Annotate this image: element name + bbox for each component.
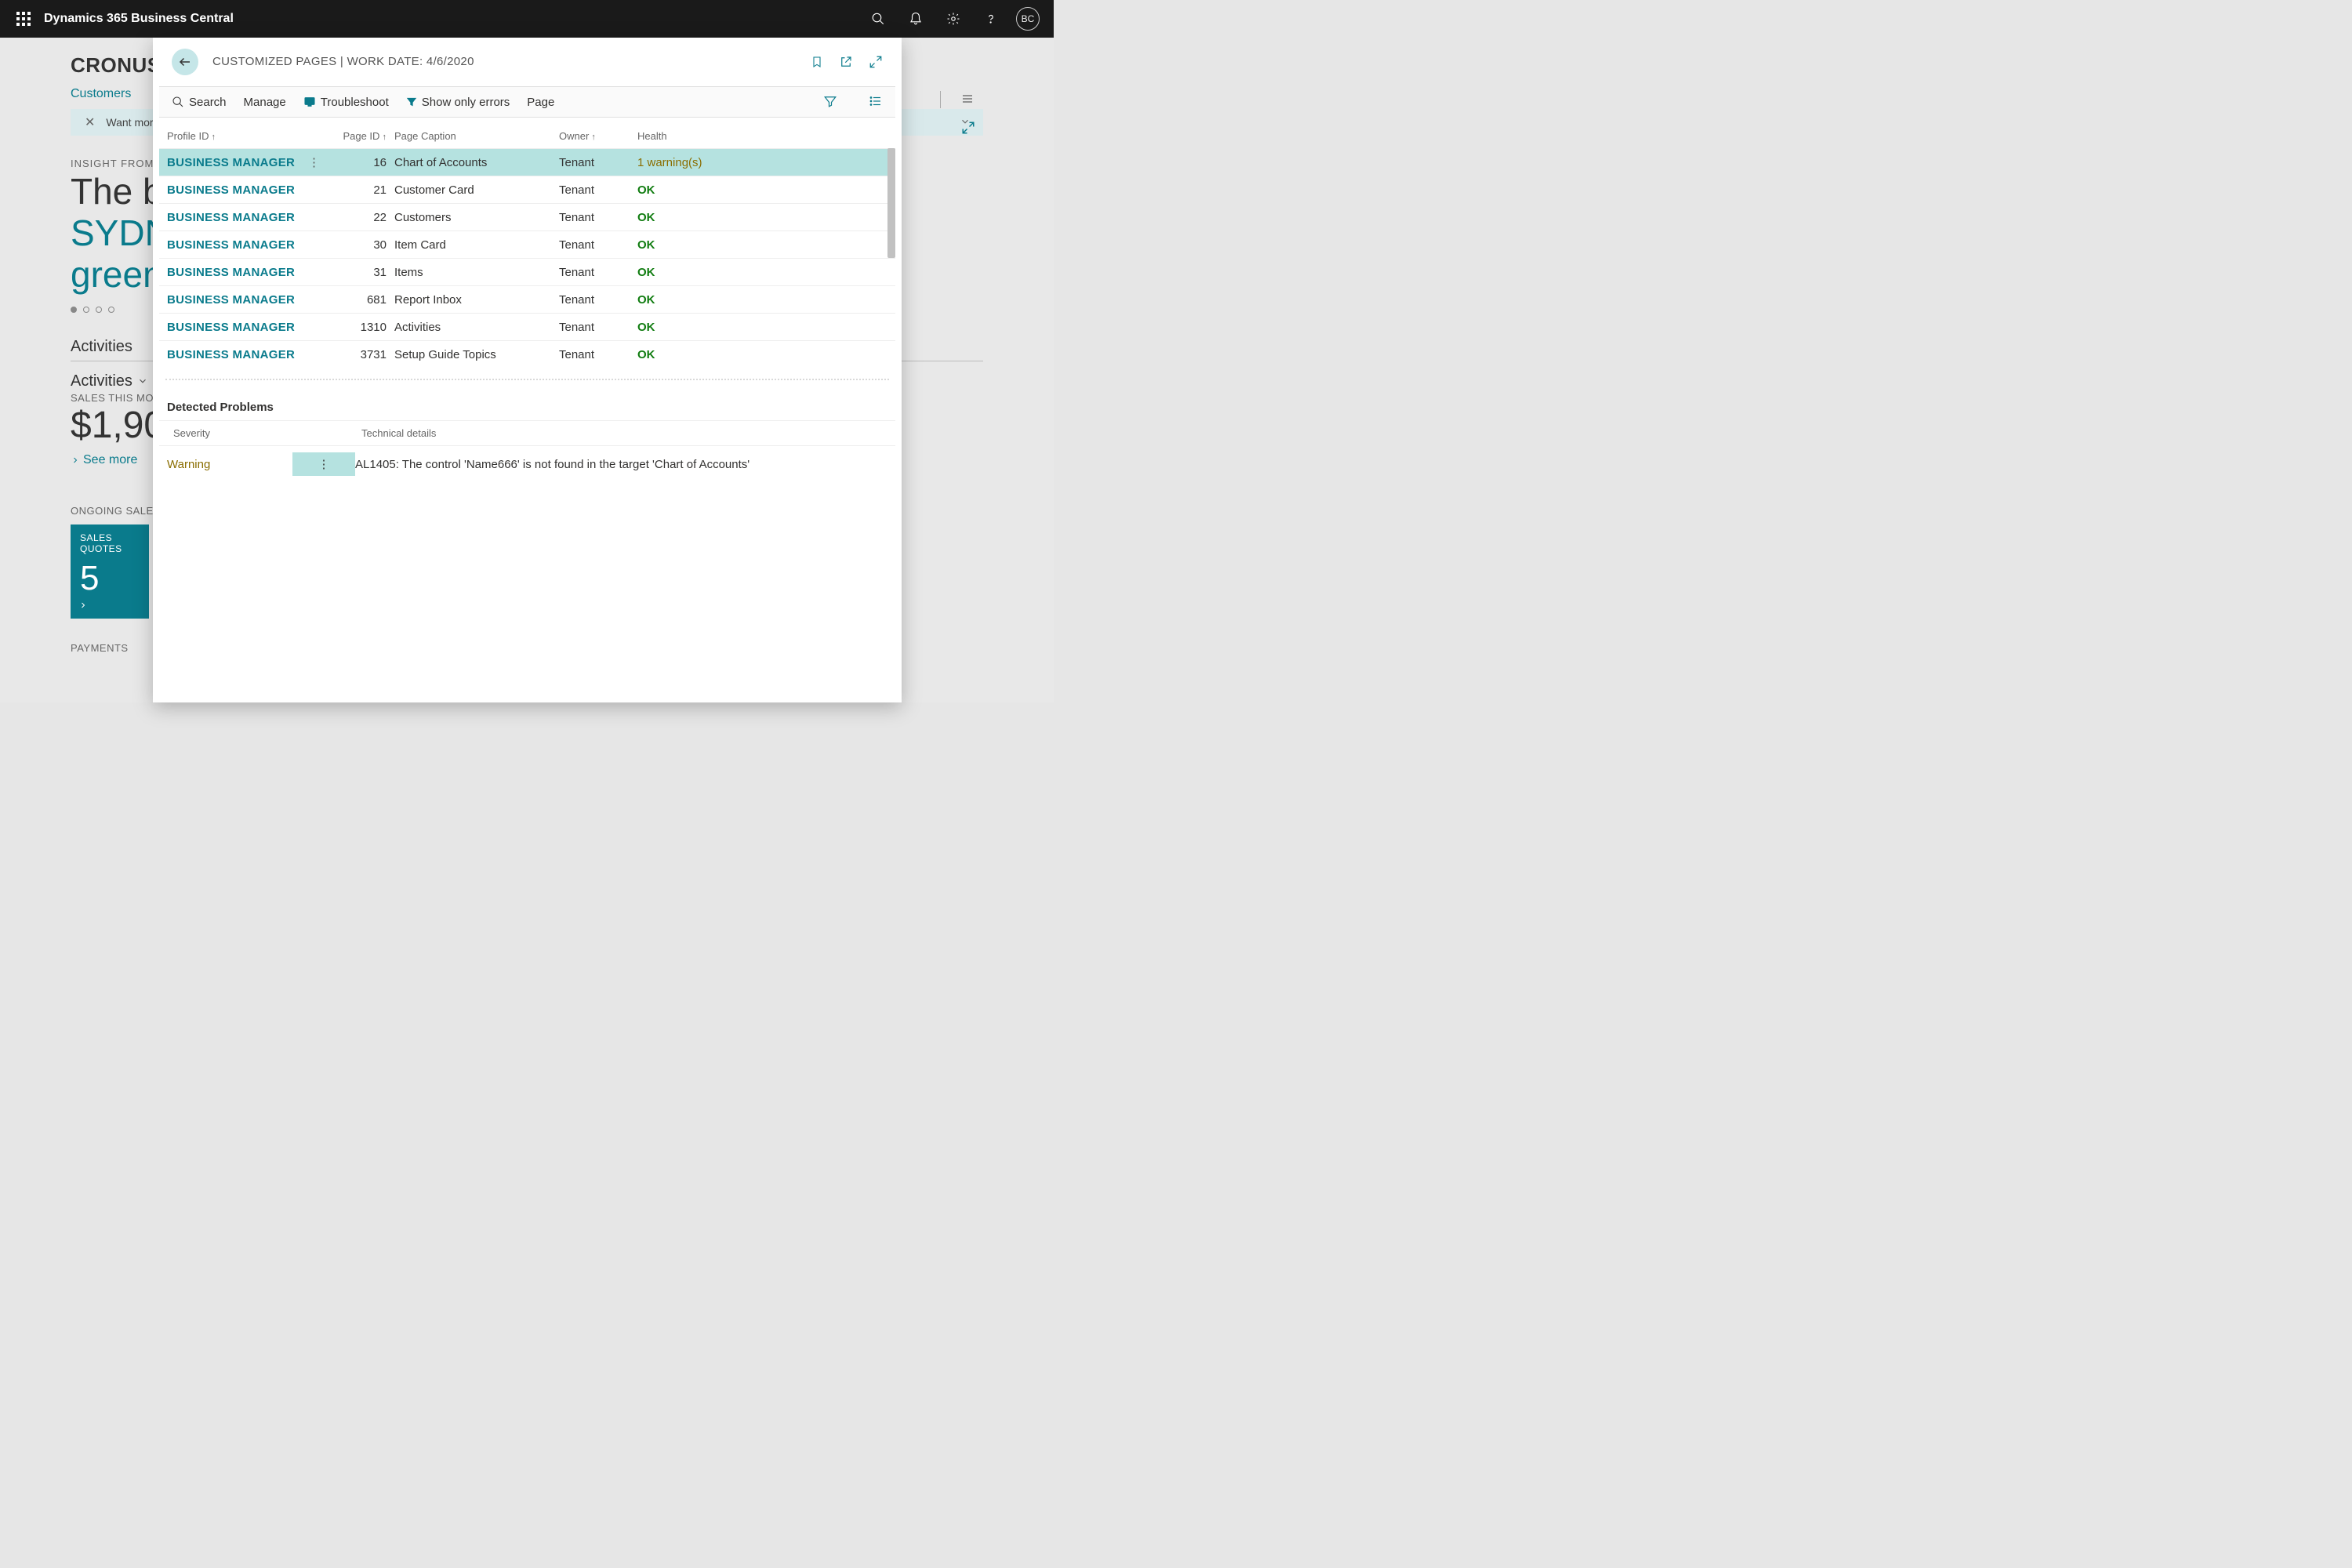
cell-owner: Tenant — [559, 321, 637, 334]
cell-page-id: 681 — [324, 293, 394, 307]
expand-icon[interactable] — [961, 121, 975, 137]
cell-owner: Tenant — [559, 348, 637, 361]
problems-heading: Detected Problems — [167, 401, 887, 414]
table-row[interactable]: BUSINESS MANAGER⋮681Report InboxTenantOK — [159, 285, 895, 313]
customized-pages-panel: CUSTOMIZED PAGES | WORK DATE: 4/6/2020 S… — [153, 38, 902, 702]
sales-quotes-tile[interactable]: SALES QUOTES 5 — [71, 524, 149, 619]
cell-owner: Tenant — [559, 211, 637, 224]
divider — [940, 91, 941, 108]
cell-profile[interactable]: BUSINESS MANAGER — [167, 156, 308, 169]
table-header: Profile ID Page ID Page Caption Owner He… — [159, 122, 895, 148]
menu-icon[interactable] — [960, 93, 975, 107]
cell-caption: Customer Card — [394, 183, 559, 197]
popout-icon[interactable] — [839, 55, 853, 69]
cell-health: OK — [637, 266, 794, 279]
col-caption[interactable]: Page Caption — [394, 130, 559, 142]
settings-icon[interactable] — [935, 0, 972, 38]
close-icon[interactable]: ✕ — [85, 114, 95, 130]
cell-caption: Item Card — [394, 238, 559, 252]
chevron-right-icon — [78, 600, 88, 612]
tile-label: SALES QUOTES — [80, 532, 140, 554]
cell-profile[interactable]: BUSINESS MANAGER — [167, 266, 308, 279]
cell-profile[interactable]: BUSINESS MANAGER — [167, 293, 308, 307]
table-row[interactable]: BUSINESS MANAGER⋮31ItemsTenantOK — [159, 258, 895, 285]
table-row[interactable]: BUSINESS MANAGER⋮1310ActivitiesTenantOK — [159, 313, 895, 340]
cell-page-id: 21 — [324, 183, 394, 197]
cell-caption: Customers — [394, 211, 559, 224]
bookmark-icon[interactable] — [811, 55, 823, 69]
table-row[interactable]: BUSINESS MANAGER⋮16Chart of AccountsTena… — [159, 148, 895, 176]
cell-page-id: 16 — [324, 156, 394, 169]
table-row[interactable]: BUSINESS MANAGER⋮22CustomersTenantOK — [159, 203, 895, 230]
troubleshoot-button[interactable]: Troubleshoot — [303, 96, 389, 109]
cell-page-id: 31 — [324, 266, 394, 279]
search-icon[interactable] — [859, 0, 897, 38]
table-row[interactable]: BUSINESS MANAGER⋮21Customer CardTenantOK — [159, 176, 895, 203]
tile-value: 5 — [80, 559, 140, 598]
notifications-icon[interactable] — [897, 0, 935, 38]
app-title: Dynamics 365 Business Central — [44, 12, 234, 26]
cell-health: OK — [637, 348, 794, 361]
problems-header: Severity Technical details — [159, 420, 895, 445]
manage-button[interactable]: Manage — [244, 96, 286, 109]
banner-text: Want more — [106, 116, 159, 129]
cell-health: OK — [637, 183, 794, 197]
col-profile[interactable]: Profile ID — [167, 130, 324, 142]
cell-caption: Report Inbox — [394, 293, 559, 307]
page-button[interactable]: Page — [527, 96, 554, 109]
cell-caption: Setup Guide Topics — [394, 348, 559, 361]
row-menu-icon[interactable]: ⋮ — [308, 155, 324, 169]
modal-header: CUSTOMIZED PAGES | WORK DATE: 4/6/2020 — [153, 38, 902, 86]
filter-icon[interactable] — [823, 94, 837, 111]
col-page-id[interactable]: Page ID — [324, 130, 394, 142]
cell-page-id: 3731 — [324, 348, 394, 361]
scrollbar[interactable] — [887, 148, 895, 258]
cell-profile[interactable]: BUSINESS MANAGER — [167, 183, 308, 197]
cell-caption: Items — [394, 266, 559, 279]
cell-health: OK — [637, 293, 794, 307]
section-divider — [165, 379, 889, 380]
topbar: Dynamics 365 Business Central BC — [0, 0, 1054, 38]
cell-page-id: 22 — [324, 211, 394, 224]
cell-owner: Tenant — [559, 266, 637, 279]
breadcrumb: CUSTOMIZED PAGES | WORK DATE: 4/6/2020 — [212, 55, 474, 68]
cell-details: AL1405: The control 'Name666' is not fou… — [355, 458, 887, 471]
cell-health: OK — [637, 211, 794, 224]
pages-table: Profile ID Page ID Page Caption Owner He… — [153, 118, 902, 365]
cell-profile[interactable]: BUSINESS MANAGER — [167, 238, 308, 252]
cell-profile[interactable]: BUSINESS MANAGER — [167, 321, 308, 334]
list-view-icon[interactable] — [869, 94, 883, 111]
cell-health: OK — [637, 238, 794, 252]
cell-page-id: 30 — [324, 238, 394, 252]
row-menu-icon[interactable]: ⋮ — [292, 452, 355, 476]
help-icon[interactable] — [972, 0, 1010, 38]
expand-icon[interactable] — [869, 55, 883, 69]
cell-caption: Activities — [394, 321, 559, 334]
cell-health: 1 warning(s) — [637, 156, 794, 169]
app-launcher-icon[interactable] — [8, 3, 39, 34]
back-button[interactable] — [172, 49, 198, 75]
show-errors-button[interactable]: Show only errors — [406, 96, 510, 109]
table-row[interactable]: BUSINESS MANAGER⋮3731Setup Guide TopicsT… — [159, 340, 895, 365]
cell-severity: Warning — [167, 458, 292, 471]
toolbar: Search Manage Troubleshoot Show only err… — [159, 86, 895, 118]
table-row[interactable]: BUSINESS MANAGER⋮30Item CardTenantOK — [159, 230, 895, 258]
cell-owner: Tenant — [559, 293, 637, 307]
cell-profile[interactable]: BUSINESS MANAGER — [167, 348, 308, 361]
avatar[interactable]: BC — [1016, 7, 1040, 31]
problem-row[interactable]: Warning⋮AL1405: The control 'Name666' is… — [159, 445, 895, 482]
col-owner[interactable]: Owner — [559, 130, 637, 142]
search-button[interactable]: Search — [172, 96, 227, 109]
cell-page-id: 1310 — [324, 321, 394, 334]
col-health[interactable]: Health — [637, 130, 794, 142]
cell-owner: Tenant — [559, 238, 637, 252]
col-severity[interactable]: Severity — [173, 427, 361, 439]
col-details[interactable]: Technical details — [361, 427, 881, 439]
cell-owner: Tenant — [559, 183, 637, 197]
cell-owner: Tenant — [559, 156, 637, 169]
cell-profile[interactable]: BUSINESS MANAGER — [167, 211, 308, 224]
cell-caption: Chart of Accounts — [394, 156, 559, 169]
cell-health: OK — [637, 321, 794, 334]
